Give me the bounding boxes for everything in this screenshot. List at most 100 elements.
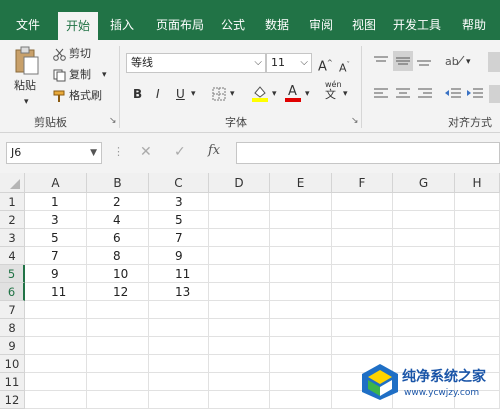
cell[interactable] xyxy=(149,355,209,373)
cell[interactable] xyxy=(455,247,500,265)
cell[interactable] xyxy=(25,337,87,355)
cell[interactable] xyxy=(149,319,209,337)
cell[interactable] xyxy=(87,355,149,373)
cell[interactable] xyxy=(209,247,270,265)
cell[interactable]: 10 xyxy=(87,265,149,283)
cell[interactable]: 13 xyxy=(149,283,209,301)
cell[interactable] xyxy=(393,193,455,211)
chevron-down-icon[interactable]: ▼ xyxy=(90,143,97,163)
font-color-icon[interactable]: A xyxy=(285,83,301,105)
cell[interactable] xyxy=(209,337,270,355)
cell[interactable]: 5 xyxy=(149,211,209,229)
cell[interactable]: 9 xyxy=(149,247,209,265)
cell[interactable] xyxy=(209,355,270,373)
fill-color-icon[interactable] xyxy=(252,84,268,105)
confirm-entry-button[interactable]: ✓ xyxy=(174,144,186,160)
column-header[interactable]: E xyxy=(270,173,332,193)
cell[interactable] xyxy=(393,283,455,301)
chevron-down-icon[interactable]: ⌵ xyxy=(300,54,308,72)
underline-button[interactable]: U xyxy=(176,86,185,102)
cell[interactable] xyxy=(332,229,393,247)
cell[interactable] xyxy=(455,265,500,283)
column-header[interactable]: C xyxy=(149,173,209,193)
cell[interactable] xyxy=(209,391,270,409)
paste-icon[interactable] xyxy=(14,46,40,76)
cell[interactable] xyxy=(455,337,500,355)
column-header[interactable]: F xyxy=(332,173,393,193)
paste-button[interactable]: 粘贴 xyxy=(14,78,36,94)
formula-input[interactable] xyxy=(236,142,500,164)
cell[interactable] xyxy=(25,301,87,319)
clipboard-launcher-icon[interactable]: ↘ xyxy=(109,116,117,126)
border-icon[interactable] xyxy=(212,87,226,104)
tab-file[interactable]: 文件 xyxy=(10,15,46,35)
cell[interactable] xyxy=(270,391,332,409)
paste-dropdown-icon[interactable]: ▾ xyxy=(24,94,29,110)
cell[interactable]: 2 xyxy=(87,193,149,211)
cell[interactable]: 3 xyxy=(25,211,87,229)
cell[interactable] xyxy=(209,283,270,301)
cell[interactable]: 5 xyxy=(25,229,87,247)
cell[interactable] xyxy=(455,319,500,337)
cell[interactable]: 8 xyxy=(87,247,149,265)
row-header[interactable]: 9 xyxy=(0,337,25,355)
align-left-icon[interactable] xyxy=(373,87,389,104)
cell[interactable] xyxy=(87,337,149,355)
cell[interactable] xyxy=(209,373,270,391)
cell[interactable] xyxy=(87,391,149,409)
align-center-icon[interactable] xyxy=(395,87,411,104)
cell[interactable] xyxy=(393,247,455,265)
grow-font-button[interactable]: A^ xyxy=(318,55,333,75)
cell[interactable] xyxy=(455,211,500,229)
align-right-icon[interactable] xyxy=(417,87,433,104)
cell[interactable] xyxy=(270,265,332,283)
fill-color-dropdown-icon[interactable]: ▾ xyxy=(272,86,277,102)
cell[interactable] xyxy=(455,193,500,211)
tab-review[interactable]: 审阅 xyxy=(304,15,338,35)
orientation-icon[interactable]: ab xyxy=(445,53,465,70)
orientation-dropdown-icon[interactable]: ▾ xyxy=(466,54,471,70)
cell[interactable] xyxy=(332,193,393,211)
row-header[interactable]: 11 xyxy=(0,373,25,391)
font-name-combo[interactable]: 等线 ⌵ xyxy=(126,53,266,73)
cell[interactable] xyxy=(270,229,332,247)
cell[interactable] xyxy=(270,355,332,373)
cell[interactable] xyxy=(87,301,149,319)
cell[interactable]: 12 xyxy=(87,283,149,301)
cell[interactable] xyxy=(332,301,393,319)
cell[interactable] xyxy=(332,247,393,265)
row-header[interactable]: 8 xyxy=(0,319,25,337)
cell[interactable] xyxy=(149,391,209,409)
cell[interactable]: 11 xyxy=(149,265,209,283)
select-all-corner[interactable] xyxy=(0,173,25,193)
cell[interactable] xyxy=(393,229,455,247)
cell[interactable] xyxy=(25,355,87,373)
tab-view[interactable]: 视图 xyxy=(347,15,381,35)
cell[interactable] xyxy=(270,319,332,337)
cell[interactable] xyxy=(393,265,455,283)
underline-dropdown-icon[interactable]: ▾ xyxy=(191,86,196,102)
cell[interactable] xyxy=(25,373,87,391)
cell[interactable] xyxy=(209,211,270,229)
tab-developer[interactable]: 开发工具 xyxy=(389,15,445,35)
cell[interactable]: 11 xyxy=(25,283,87,301)
bold-button[interactable]: B xyxy=(133,86,142,102)
cell[interactable] xyxy=(393,301,455,319)
cell[interactable] xyxy=(270,373,332,391)
cell[interactable] xyxy=(393,319,455,337)
column-header[interactable]: H xyxy=(455,173,500,193)
cell[interactable] xyxy=(455,301,500,319)
cell[interactable]: 7 xyxy=(149,229,209,247)
cell[interactable] xyxy=(332,319,393,337)
cell[interactable] xyxy=(209,229,270,247)
cell[interactable] xyxy=(270,247,332,265)
cell[interactable] xyxy=(149,337,209,355)
row-header[interactable]: 7 xyxy=(0,301,25,319)
tab-insert[interactable]: 插入 xyxy=(104,15,140,35)
cell[interactable] xyxy=(455,229,500,247)
align-bottom-icon[interactable] xyxy=(416,54,432,71)
cell[interactable] xyxy=(393,337,455,355)
cell[interactable] xyxy=(270,211,332,229)
font-launcher-icon[interactable]: ↘ xyxy=(351,116,359,126)
cell[interactable] xyxy=(270,193,332,211)
